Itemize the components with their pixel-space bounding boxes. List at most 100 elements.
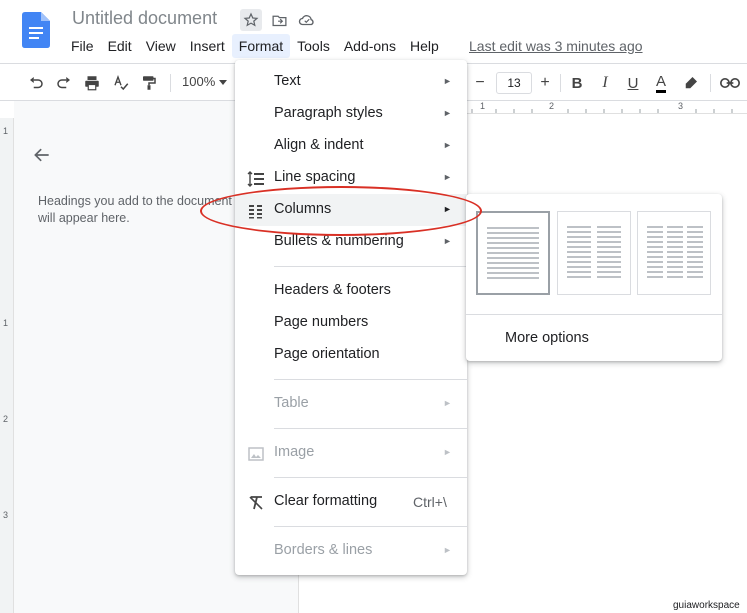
menu-format[interactable]: Format <box>231 34 291 58</box>
image-icon <box>248 447 264 461</box>
ruler-mark: 1 <box>480 101 486 111</box>
two-columns-option[interactable] <box>557 211 631 295</box>
italic-icon: I <box>602 74 608 91</box>
increase-font-size-button[interactable]: + <box>535 71 555 95</box>
minus-icon: − <box>475 74 485 91</box>
submenu-arrow-icon: ► <box>443 76 452 86</box>
format-menu-item-page-orientation[interactable]: Page orientation <box>235 339 467 371</box>
submenu-arrow-icon: ► <box>443 545 452 555</box>
format-menu-item-paragraph-styles[interactable]: Paragraph styles ► <box>235 98 467 130</box>
submenu-arrow-icon: ► <box>443 108 452 118</box>
ruler-mark: 2 <box>549 101 555 111</box>
ruler-mark: 3 <box>678 101 684 111</box>
document-title[interactable]: Untitled document <box>72 8 217 29</box>
submenu-arrow-icon: ► <box>443 236 452 246</box>
menu-item-label: Text <box>274 73 301 89</box>
ruler-mark: 1 <box>3 126 9 136</box>
text-color-button[interactable]: A <box>649 71 673 95</box>
decrease-font-size-button[interactable]: − <box>470 71 490 95</box>
menu-view[interactable]: View <box>139 34 183 58</box>
text-color-icon: A <box>655 73 666 93</box>
menu-divider <box>274 526 467 527</box>
toolbar-divider <box>560 74 561 92</box>
menu-item-label: Align & indent <box>274 137 364 153</box>
ruler-mark: 1 <box>3 318 9 328</box>
bold-button[interactable]: B <box>565 71 589 95</box>
insert-link-icon[interactable] <box>718 71 742 95</box>
font-size-input[interactable]: 13 <box>496 72 532 94</box>
format-menu-item-image: Image ► <box>235 437 467 469</box>
menu-tools[interactable]: Tools <box>290 34 337 58</box>
title-icons <box>240 9 318 31</box>
menu-item-label: Page numbers <box>274 314 369 330</box>
ruler-mark: 3 <box>3 510 9 520</box>
ruler-mark: 2 <box>3 414 9 424</box>
watermark-text: guiaworkspace <box>673 600 740 611</box>
format-menu-item-clear-formatting[interactable]: Clear formatting Ctrl+\ <box>235 486 467 518</box>
three-columns-option[interactable] <box>637 211 711 295</box>
menu-divider <box>274 477 467 478</box>
back-arrow-icon[interactable] <box>32 145 52 170</box>
line-spacing-icon <box>247 171 264 187</box>
format-menu-item-borders-lines: Borders & lines ► <box>235 535 467 567</box>
one-column-option[interactable] <box>476 211 550 295</box>
menu-divider <box>274 428 467 429</box>
more-options-item[interactable]: More options <box>505 330 589 346</box>
redo-icon[interactable] <box>52 71 76 95</box>
underline-button[interactable]: U <box>621 71 645 95</box>
menu-edit[interactable]: Edit <box>101 34 139 58</box>
format-menu-item-table: Table ► <box>235 388 467 420</box>
menu-item-label: Clear formatting <box>274 493 378 509</box>
spellcheck-icon[interactable] <box>109 71 133 95</box>
menu-file[interactable]: File <box>64 34 101 58</box>
zoom-select[interactable]: 100% <box>182 74 215 89</box>
menu-divider <box>274 266 467 267</box>
chevron-down-icon[interactable] <box>216 71 230 95</box>
cloud-status-icon[interactable] <box>296 9 318 31</box>
italic-button[interactable]: I <box>593 71 617 95</box>
format-menu-item-page-numbers[interactable]: Page numbers <box>235 307 467 339</box>
menu-divider <box>274 379 467 380</box>
submenu-arrow-icon: ► <box>443 140 452 150</box>
menu-item-label: Table <box>274 395 309 411</box>
menu-add-ons[interactable]: Add-ons <box>337 34 403 58</box>
docs-logo-icon[interactable] <box>22 12 50 48</box>
menu-item-label: Image <box>274 444 315 460</box>
menu-item-label: Headers & footers <box>274 282 391 298</box>
menu-item-label: Line spacing <box>274 169 356 185</box>
submenu-divider <box>466 314 722 315</box>
columns-submenu: More options <box>466 194 722 361</box>
star-icon[interactable] <box>240 9 262 31</box>
menu-item-label: Page orientation <box>274 346 380 362</box>
menu-insert[interactable]: Insert <box>183 34 232 58</box>
highlight-color-icon[interactable] <box>679 71 703 95</box>
bold-icon: B <box>571 74 583 92</box>
format-menu: Text ► Paragraph styles ► Align & indent… <box>235 60 467 575</box>
submenu-arrow-icon: ► <box>443 172 452 182</box>
plus-icon: + <box>540 74 550 91</box>
three-columns-icon <box>647 226 703 278</box>
keyboard-shortcut: Ctrl+\ <box>413 494 447 510</box>
undo-icon[interactable] <box>24 71 48 95</box>
paint-format-icon[interactable] <box>137 71 161 95</box>
menu-help[interactable]: Help <box>403 34 446 58</box>
print-icon[interactable] <box>80 71 104 95</box>
two-columns-icon <box>567 226 621 278</box>
submenu-arrow-icon: ► <box>443 447 452 457</box>
move-to-folder-icon[interactable] <box>268 9 290 31</box>
last-edit-link[interactable]: Last edit was 3 minutes ago <box>469 38 643 54</box>
menu-bar: File Edit View Insert Format Tools Add-o… <box>64 34 446 58</box>
clear-formatting-icon <box>249 496 263 510</box>
toolbar-divider <box>710 74 711 92</box>
format-menu-item-text[interactable]: Text ► <box>235 66 467 98</box>
highlight-annotation-ellipse <box>200 186 482 236</box>
submenu-arrow-icon: ► <box>443 398 452 408</box>
underline-icon: U <box>627 74 639 92</box>
format-menu-item-align-indent[interactable]: Align & indent ► <box>235 130 467 162</box>
vertical-ruler[interactable]: 1 1 2 3 <box>0 118 14 613</box>
menu-item-label: Paragraph styles <box>274 105 383 121</box>
google-docs-window: Untitled document File Edit View Insert … <box>0 0 747 613</box>
horizontal-ruler[interactable]: 1 2 3 <box>466 101 747 114</box>
menu-item-label: Borders & lines <box>274 542 373 558</box>
format-menu-item-headers-footers[interactable]: Headers & footers <box>235 275 467 307</box>
